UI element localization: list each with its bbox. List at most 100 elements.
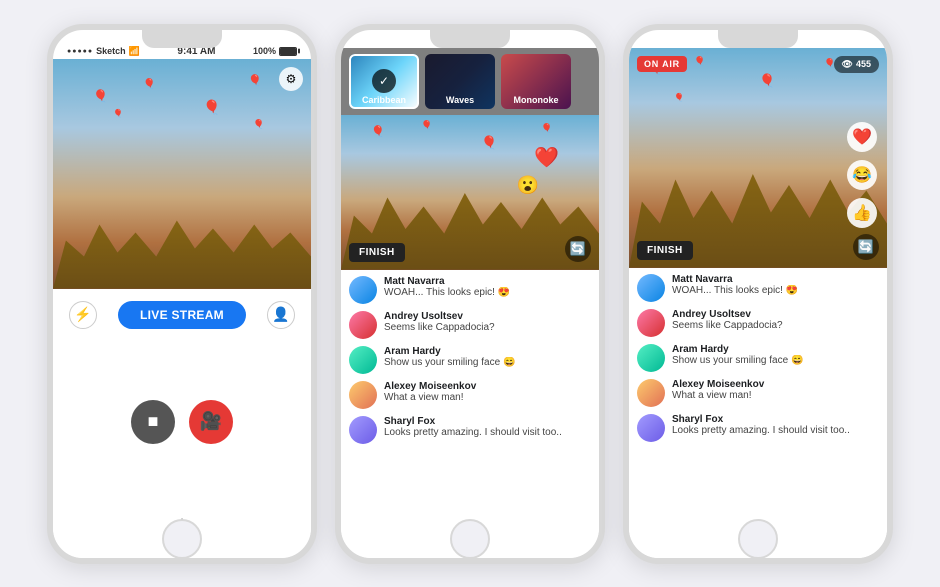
home-button-1[interactable] — [162, 519, 202, 559]
person-icon[interactable]: 👤 — [267, 301, 295, 329]
photo-button[interactable]: ■ — [131, 400, 175, 444]
comment-block-1: Matt Navarra WOAH... This looks epic! 😍 — [384, 276, 591, 298]
comment3-block-3: Aram Hardy Show us your smiling face 😄 — [672, 344, 879, 366]
comment3-block-5: Sharyl Fox Looks pretty amazing. I shoul… — [672, 414, 879, 436]
comment3-msg-2: Seems like Cappadocia? — [672, 320, 879, 331]
vb4: 🎈 — [541, 123, 552, 134]
vol-up-button[interactable] — [48, 110, 52, 138]
balloon-6: 🎈 — [113, 109, 123, 118]
power-button-3[interactable] — [888, 120, 892, 160]
phone3-comments: Matt Navarra WOAH... This looks epic! 😍 … — [629, 268, 887, 558]
avatar3-2 — [637, 309, 665, 337]
status-bar-1: ●●●●● Sketch 📶 9:41 AM 100% — [53, 40, 311, 59]
vb1: 🎈 — [371, 125, 385, 138]
video-icon: 🎥 — [200, 411, 222, 432]
lb3: 🎈 — [759, 73, 775, 89]
comment-block-5: Sharyl Fox Looks pretty amazing. I shoul… — [384, 416, 591, 438]
balloon-1: 🎈 — [93, 89, 108, 103]
vol-down-button-2[interactable] — [336, 146, 340, 174]
reaction-like-3: 👍 — [847, 198, 877, 228]
vol-down-button[interactable] — [48, 146, 52, 174]
avatar3-5 — [637, 414, 665, 442]
viewer-number: 455 — [856, 59, 871, 69]
filter-waves-label: Waves — [425, 95, 495, 105]
avatar3-4 — [637, 379, 665, 407]
comment-row-4: Alexey Moiseenkov What a view man! — [349, 381, 591, 409]
comment-msg-1: WOAH... This looks epic! 😍 — [384, 287, 591, 298]
controls-panel: ⚡ LIVE STREAM 👤 ■ 🎥 ∧ Photos — [53, 289, 311, 558]
phone-1: ●●●●● Sketch 📶 9:41 AM 100% 🎈 🎈 🎈 🎈 🎈 🎈 … — [47, 24, 317, 564]
avatar-5 — [349, 416, 377, 444]
phone2-content: ✓ Caribbean Waves Mononoke 🎈 🎈 🎈 🎈 ❤️ 😮 … — [341, 48, 599, 558]
photo-icon: ■ — [148, 411, 159, 432]
wifi-icon: 📶 — [129, 46, 140, 57]
camera-switch-3[interactable]: 🔄 — [853, 234, 879, 260]
filter-waves[interactable]: Waves — [425, 54, 495, 109]
commenter-name-1: Matt Navarra — [384, 276, 591, 287]
comment3-row-2: Andrey Usoltsev Seems like Cappadocia? — [637, 309, 879, 337]
commenter-name-2: Andrey Usoltsev — [384, 311, 591, 322]
camera-switch-2[interactable]: 🔄 — [565, 236, 591, 262]
comment3-row-5: Sharyl Fox Looks pretty amazing. I shoul… — [637, 414, 879, 442]
comment3-row-1: Matt Navarra WOAH... This looks epic! 😍 — [637, 274, 879, 302]
battery-label: 100% — [253, 46, 276, 56]
phone-2: ✓ Caribbean Waves Mononoke 🎈 🎈 🎈 🎈 ❤️ 😮 … — [335, 24, 605, 564]
comment3-row-3: Aram Hardy Show us your smiling face 😄 — [637, 344, 879, 372]
balloon-5: 🎈 — [248, 74, 262, 87]
vol-up-button-3[interactable] — [624, 110, 628, 138]
comment3-block-1: Matt Navarra WOAH... This looks epic! 😍 — [672, 274, 879, 296]
home-button-3[interactable] — [738, 519, 778, 559]
comment-msg-4: What a view man! — [384, 392, 591, 403]
phone-3: 🎈 🎈 🎈 🎈 🎈 ON AIR 👁 455 ❤️ 😂 👍 FINISH 🔄 M… — [623, 24, 893, 564]
filter-mononoke[interactable]: Mononoke — [501, 54, 571, 109]
commenter-name-3: Aram Hardy — [384, 346, 591, 357]
lightning-icon[interactable]: ⚡ — [69, 301, 97, 329]
vol-up-button-2[interactable] — [336, 110, 340, 138]
avatar-2 — [349, 311, 377, 339]
home-button-2[interactable] — [450, 519, 490, 559]
comment-row-5: Sharyl Fox Looks pretty amazing. I shoul… — [349, 416, 591, 444]
comment3-block-4: Alexey Moiseenkov What a view man! — [672, 379, 879, 401]
commenter3-name-4: Alexey Moiseenkov — [672, 379, 879, 390]
reaction-heart: ❤️ — [534, 145, 559, 170]
power-button-2[interactable] — [600, 120, 604, 160]
comments-area-2: Matt Navarra WOAH... This looks epic! 😍 … — [341, 270, 599, 558]
camera-buttons-row: ■ 🎥 — [131, 400, 233, 444]
vb2: 🎈 — [421, 120, 432, 131]
gear-icon: ⚙ — [286, 72, 297, 86]
filter-caribbean[interactable]: ✓ Caribbean — [349, 54, 419, 109]
signal-dots: ●●●●● — [67, 48, 93, 55]
battery-icon — [279, 47, 297, 56]
video-button[interactable]: 🎥 — [189, 400, 233, 444]
commenter3-name-3: Aram Hardy — [672, 344, 879, 355]
comment-block-2: Andrey Usoltsev Seems like Cappadocia? — [384, 311, 591, 333]
finish-button-3[interactable]: FINISH — [637, 241, 693, 260]
comments-area-3: Matt Navarra WOAH... This looks epic! 😍 … — [629, 268, 887, 558]
balloon-3: 🎈 — [203, 99, 220, 116]
settings-button[interactable]: ⚙ — [279, 67, 303, 91]
comment-msg-3: Show us your smiling face 😄 — [384, 357, 591, 368]
comment3-msg-5: Looks pretty amazing. I should visit too… — [672, 425, 879, 436]
video-area-2: 🎈 🎈 🎈 🎈 ❤️ 😮 FINISH 🔄 — [341, 115, 599, 270]
commenter3-name-1: Matt Navarra — [672, 274, 879, 285]
eye-icon: 👁 — [842, 59, 853, 70]
power-button[interactable] — [312, 120, 316, 160]
avatar-3 — [349, 346, 377, 374]
reaction-wow: 😮 — [517, 175, 539, 196]
comment3-msg-1: WOAH... This looks epic! 😍 — [672, 285, 879, 296]
on-air-badge: ON AIR — [637, 56, 687, 72]
avatar3-3 — [637, 344, 665, 372]
balloon-2: 🎈 — [143, 79, 155, 90]
avatar3-1 — [637, 274, 665, 302]
lb2: 🎈 — [694, 56, 705, 67]
finish-button-2[interactable]: FINISH — [349, 243, 405, 262]
filter-strip: ✓ Caribbean Waves Mononoke — [341, 48, 599, 115]
live-stream-button[interactable]: LIVE STREAM — [118, 301, 246, 329]
commenter-name-5: Sharyl Fox — [384, 416, 591, 427]
commenter-name-4: Alexey Moiseenkov — [384, 381, 591, 392]
comment-msg-5: Looks pretty amazing. I should visit too… — [384, 427, 591, 438]
comment-row-1: Matt Navarra WOAH... This looks epic! 😍 — [349, 276, 591, 304]
comment3-msg-3: Show us your smiling face 😄 — [672, 355, 879, 366]
comment-row-3: Aram Hardy Show us your smiling face 😄 — [349, 346, 591, 374]
vol-down-button-3[interactable] — [624, 146, 628, 174]
